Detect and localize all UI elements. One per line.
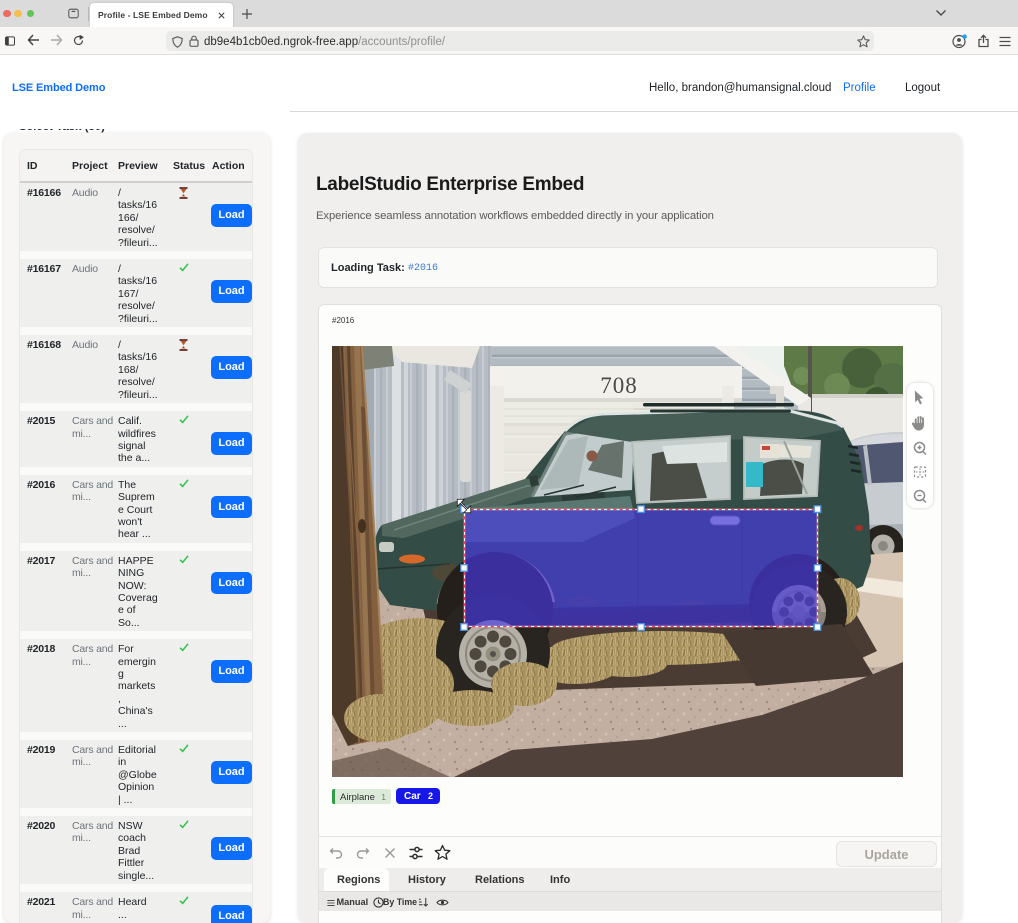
svg-text:708: 708 xyxy=(600,373,638,398)
